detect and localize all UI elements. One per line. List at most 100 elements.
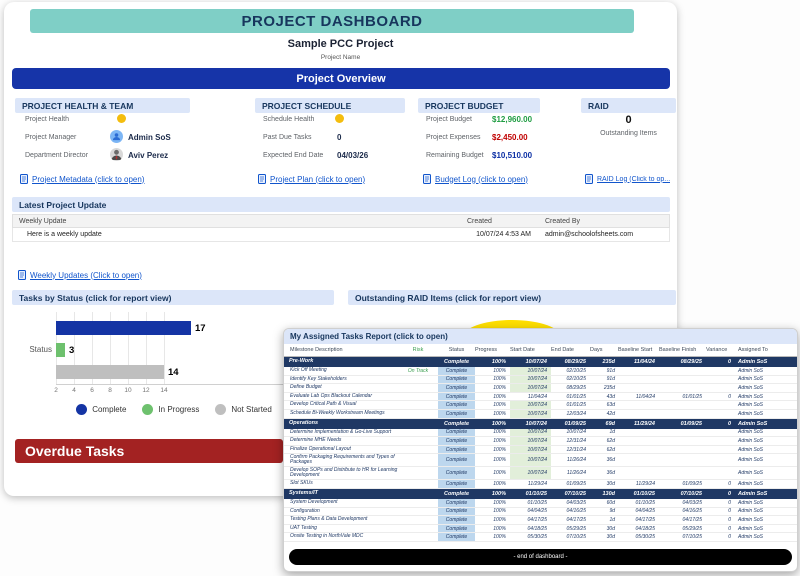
cell-variance <box>706 410 734 418</box>
cell-baseline_start: 04/04/25 <box>635 508 655 515</box>
created-by-value: admin@schoolofsheets.com <box>545 231 634 238</box>
created-value: 10/07/24 4:53 AM <box>476 231 531 238</box>
cell-progress: 100% <box>493 470 506 477</box>
report-task-row[interactable]: Slot SKUs Complete 100% 11/29/24 01/09/25 30d… <box>284 480 797 489</box>
cell-progress: 100% <box>493 384 506 391</box>
budget-log-link[interactable]: Budget Log (click to open) <box>423 174 528 184</box>
weekly-updates-link-text[interactable]: Weekly Updates (Click to open) <box>30 271 142 280</box>
report-task-row[interactable]: Develop SOPs and Distribute to HR for Le… <box>284 467 797 481</box>
cell-progress: 100% <box>491 490 506 497</box>
update-table-row[interactable]: Here is a weekly update 10/07/24 4:53 AM… <box>12 228 670 242</box>
project-metadata-link[interactable]: Project Metadata (click to open) <box>20 174 145 184</box>
cell-milestone: UAT Testing <box>290 524 317 531</box>
expenses-value: $2,450.00 <box>492 133 528 142</box>
schedule-health-label: Schedule Health <box>263 116 315 123</box>
report-task-row[interactable]: Determine MHE Needs Complete 100% 10/07/24 1… <box>284 437 797 446</box>
report-col-assigned-to: Assigned To <box>738 347 768 353</box>
cell-variance: 0 <box>727 420 731 427</box>
report-task-row[interactable]: Schedule Bi-Weekly Workstream Meetings Co… <box>284 409 797 419</box>
legend-item-not-started: Not Started <box>215 404 272 415</box>
report-task-row[interactable]: Testing Plans & Data Development Complete… <box>284 516 797 525</box>
cell-baseline_start <box>618 437 659 445</box>
chart-bar-in-progress[interactable] <box>56 343 65 357</box>
chart-bar-value: 17 <box>195 323 206 334</box>
report-task-row[interactable]: Evaluate Lab Ops Blackout Calendar Comple… <box>284 392 797 402</box>
raid-items-header[interactable]: Outstanding RAID Items (click for report… <box>348 290 676 305</box>
report-task-row[interactable]: Identify Key Stakeholders Complete 100% 10/… <box>284 375 797 385</box>
remaining-value: $10,510.00 <box>492 151 533 160</box>
raid-log-link[interactable]: RAID Log (Click to op... <box>585 174 676 184</box>
cell-milestone: Kick Off Meeting <box>290 367 327 373</box>
chart-bar-not-started[interactable] <box>56 365 164 379</box>
report-group-row[interactable]: Systems/IT Complete 100% 01/10/25 07/10/25 13… <box>284 488 797 499</box>
cell-assigned: Admin SoS <box>738 508 764 515</box>
cell-end: 02/10/25 <box>566 367 586 374</box>
past-due-label: Past Due Tasks <box>263 134 312 141</box>
legend-dot <box>76 404 88 415</box>
project-plan-link[interactable]: Project Plan (click to open) <box>258 174 365 184</box>
report-task-row[interactable]: Onsite Testing in NorthVale MDC Complete 1… <box>284 533 797 542</box>
cell-progress: 100% <box>493 481 506 488</box>
cell-progress: 100% <box>493 376 506 383</box>
tasks-by-status-header[interactable]: Tasks by Status (click for report view) <box>12 290 334 305</box>
cell-status: Complete <box>438 409 475 418</box>
cell-progress: 100% <box>491 420 506 427</box>
cell-baseline_start: 04/18/25 <box>635 525 655 532</box>
cell-assigned: Admin SoS <box>738 410 764 417</box>
cell-assigned: Admin SoS <box>738 429 764 436</box>
cell-variance <box>706 437 734 445</box>
cell-end: 12/31/24 <box>566 446 586 453</box>
cell-risk <box>398 533 438 541</box>
report-task-row[interactable]: Define Budget Complete 100% 10/07/24 08/29/2… <box>284 384 797 393</box>
schedule-title: PROJECT SCHEDULE <box>262 100 352 111</box>
cell-progress: 100% <box>491 359 506 365</box>
cell-progress: 100% <box>493 525 506 532</box>
report-task-row[interactable]: Determine Implementation & Go-Live Suppo… <box>284 428 797 438</box>
cell-baseline_start: 01/10/25 <box>633 490 655 497</box>
project-overview-banner: Project Overview <box>12 68 670 89</box>
cell-milestone: Identify Key Stakeholders <box>290 375 347 382</box>
report-task-row[interactable]: Finalize Operational Layout Complete 100% 1… <box>284 445 797 455</box>
report-task-row[interactable]: Kick Off Meeting On Track Complete 100% 10/0… <box>284 367 797 376</box>
cell-risk <box>398 467 438 479</box>
report-title-bar[interactable]: My Assigned Tasks Report (click to open) <box>284 329 797 344</box>
report-group-row[interactable]: Pre-Work Complete 100% 10/07/24 08/29/25 235d… <box>284 357 797 367</box>
cell-milestone: Slot SKUs <box>290 480 313 487</box>
cell-assigned: Admin SoS <box>738 457 764 464</box>
cell-assigned: Admin SoS <box>738 525 764 532</box>
weekly-updates-link[interactable]: Weekly Updates (Click to open) <box>18 270 142 280</box>
cell-risk <box>398 499 438 507</box>
cell-start: 11/04/24 <box>527 393 547 400</box>
cell-start: 10/07/24 <box>510 467 551 480</box>
cell-start: 04/18/25 <box>527 525 547 532</box>
report-task-row[interactable]: Configuration Complete 100% 04/04/25 04/16/2… <box>284 507 797 517</box>
cell-variance <box>706 376 734 384</box>
budget-label: Project Budget <box>426 116 472 123</box>
report-task-row[interactable]: Confirm Packaging Requirements and Types… <box>284 454 797 468</box>
budget-log-link-text[interactable]: Budget Log (click to open) <box>435 175 528 184</box>
cell-milestone: Schedule Bi-Weekly Workstream Meetings <box>290 409 385 416</box>
cell-baseline_start: 11/04/24 <box>633 359 655 365</box>
cell-baseline_start: 01/10/25 <box>635 499 655 506</box>
cell-baseline_finish <box>659 401 706 409</box>
report-title: My Assigned Tasks Report (click to open) <box>290 332 448 341</box>
cell-days: 62d <box>606 446 615 453</box>
project-plan-link-text[interactable]: Project Plan (click to open) <box>270 175 365 184</box>
report-task-row[interactable]: Develop Critical Path & Visual Complete 10… <box>284 401 797 410</box>
cell-variance: 0 <box>728 534 731 541</box>
cell-baseline_finish: 07/10/25 <box>680 490 702 497</box>
report-task-row[interactable]: System Development Complete 100% 01/10/25 04… <box>284 498 797 508</box>
report-group-row[interactable]: Operations Complete 100% 10/07/24 01/09/25 69… <box>284 418 797 429</box>
budget-header: PROJECT BUDGET <box>418 98 540 113</box>
report-col-variance: Variance <box>706 347 728 353</box>
chart-bar-complete[interactable] <box>56 321 191 335</box>
report-task-row[interactable]: UAT Testing Complete 100% 04/18/25 05/29/25 3… <box>284 524 797 534</box>
cell-assigned: Admin SoS <box>738 481 764 488</box>
cell-baseline_start <box>618 429 659 437</box>
raid-log-link-text[interactable]: RAID Log (Click to op... <box>597 176 670 183</box>
chart-tick-label: 14 <box>160 387 168 394</box>
report-col-status: Status <box>448 347 465 353</box>
project-metadata-link-text[interactable]: Project Metadata (click to open) <box>32 175 145 184</box>
department-director-label: Department Director <box>25 152 89 159</box>
legend-label: Not Started <box>231 405 272 414</box>
